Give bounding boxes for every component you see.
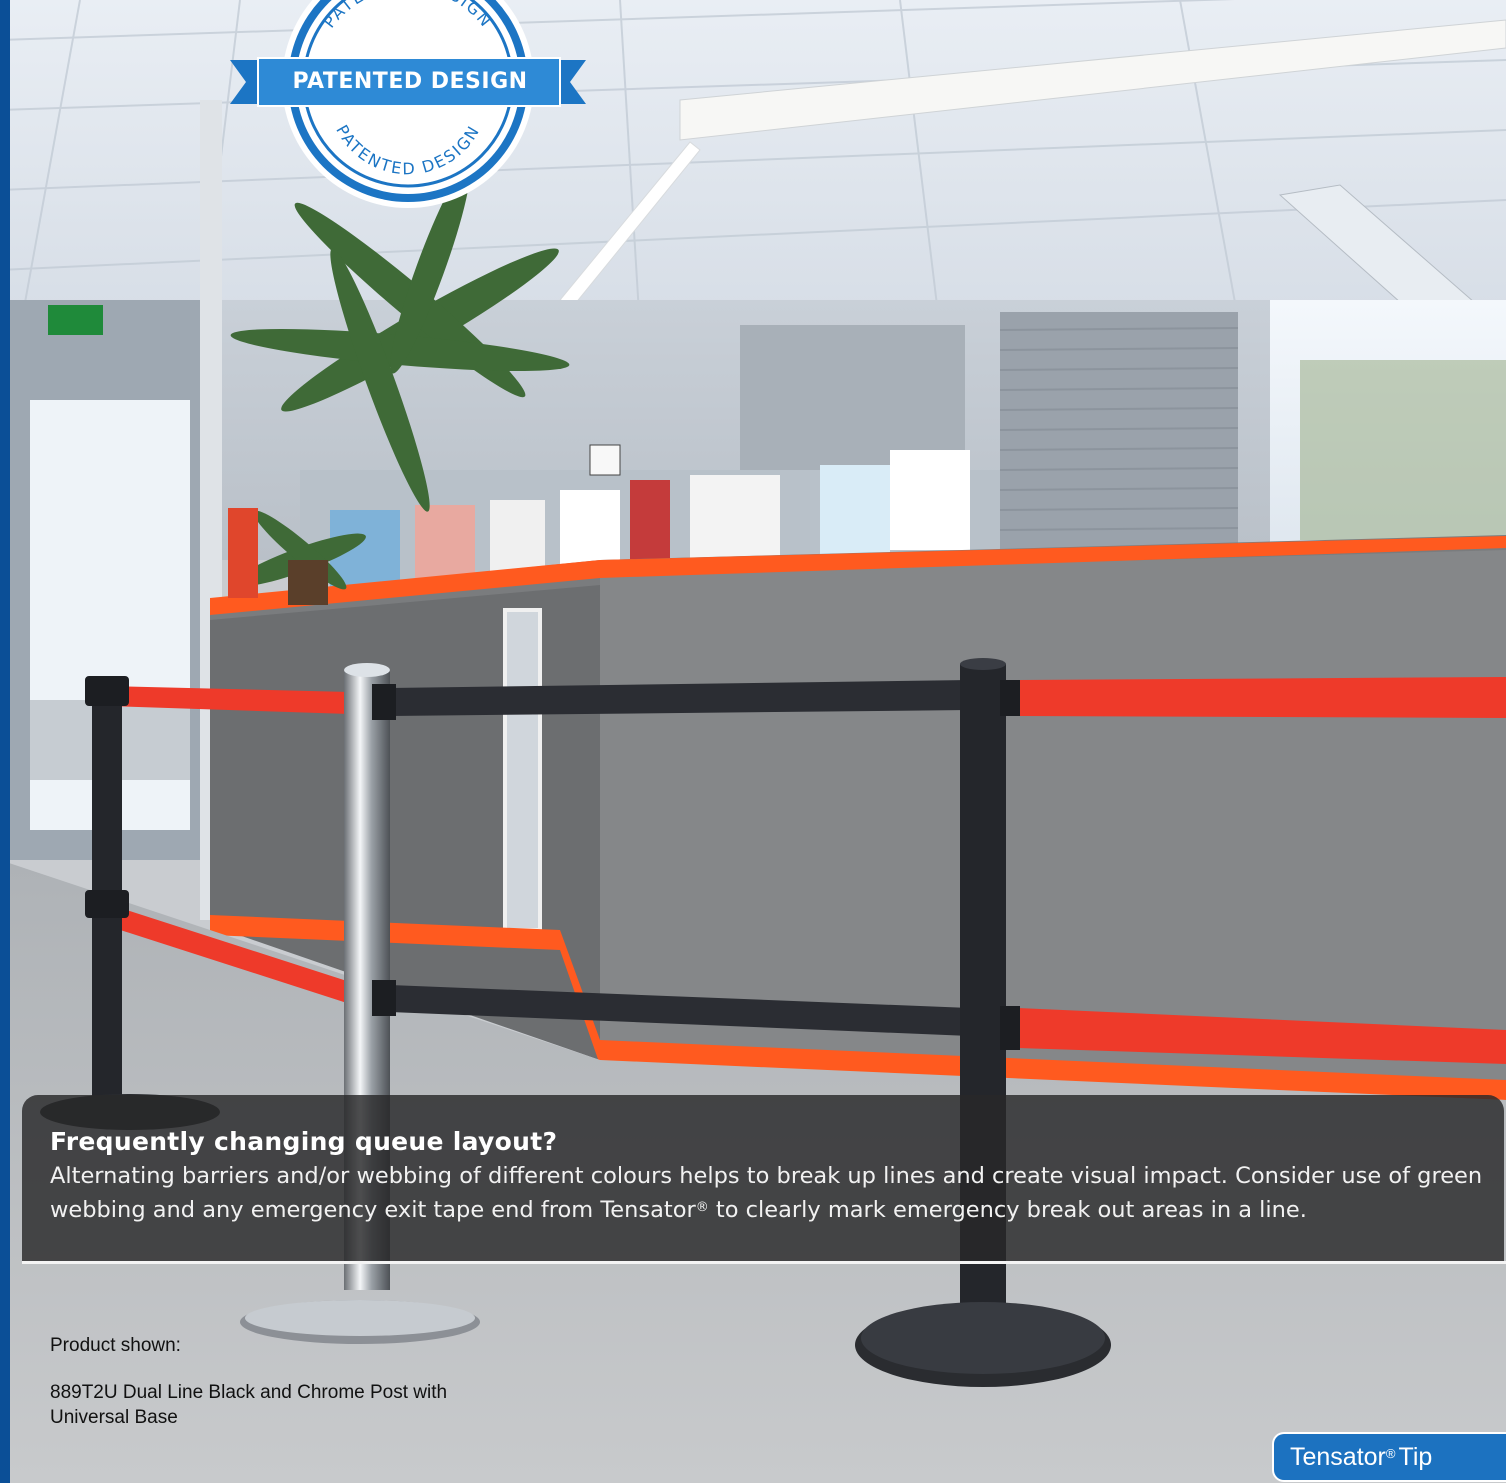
tip-heading: Frequently changing queue layout? [50, 1127, 558, 1156]
exit-sign [48, 305, 103, 335]
badge-word: Tip [1398, 1442, 1433, 1471]
panel-divider [22, 1261, 1506, 1264]
tip-body: Alternating barriers and/or webbing of d… [50, 1159, 1490, 1227]
brochure-page: PATENTED DESIGN PATENTED DESIGN PATENTED… [0, 0, 1506, 1483]
tip-body-text-end: to clearly mark emergency break out area… [708, 1197, 1307, 1223]
badge-registered-mark: ® [1385, 1445, 1396, 1461]
seal-banner-text: PATENTED DESIGN [292, 69, 528, 94]
brand-edge-strip [0, 0, 10, 1483]
tensator-tip-badge: Tensator ® Tip [1272, 1432, 1506, 1482]
tip-panel: Frequently changing queue layout? Altern… [22, 1095, 1504, 1261]
product-caption-label: Product shown: [50, 1335, 181, 1356]
registered-mark: ® [695, 1200, 709, 1215]
badge-brand: Tensator [1290, 1442, 1386, 1471]
product-caption-name: 889T2U Dual Line Black and Chrome Post w… [50, 1382, 448, 1428]
patented-design-seal: PATENTED DESIGN PATENTED DESIGN [230, 0, 586, 208]
